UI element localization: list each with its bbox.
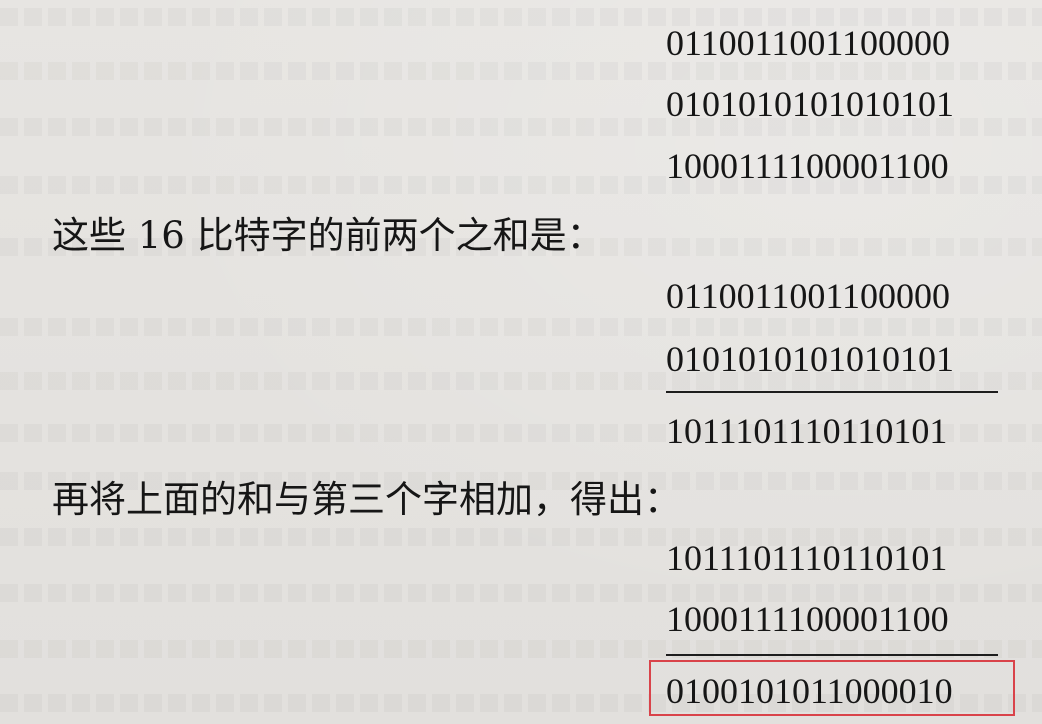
sum2-addend-1: 1011101110110101 bbox=[666, 538, 948, 578]
paragraph-first-sum: 这些 16 比特字的前两个之和是： bbox=[52, 214, 604, 257]
sum2-underline bbox=[666, 654, 998, 656]
book-page: 0110011001100000 0101010101010101 100011… bbox=[0, 0, 1042, 724]
sum1-underline bbox=[666, 391, 998, 393]
sum1-result: 1011101110110101 bbox=[666, 411, 948, 451]
sum1-addend-1: 0110011001100000 bbox=[666, 276, 950, 316]
bleed-through-line bbox=[0, 318, 1042, 336]
binary-word-3: 1000111100001100 bbox=[666, 146, 949, 186]
bleed-through-line bbox=[0, 62, 1042, 80]
sum2-addend-2: 1000111100001100 bbox=[666, 599, 949, 639]
paragraph-second-sum: 再将上面的和与第三个字相加，得出： bbox=[52, 478, 681, 521]
sum1-addend-2: 0101010101010101 bbox=[666, 339, 954, 379]
result-highlight-box bbox=[649, 660, 1015, 716]
binary-word-1: 0110011001100000 bbox=[666, 23, 950, 63]
binary-word-2: 0101010101010101 bbox=[666, 84, 954, 124]
